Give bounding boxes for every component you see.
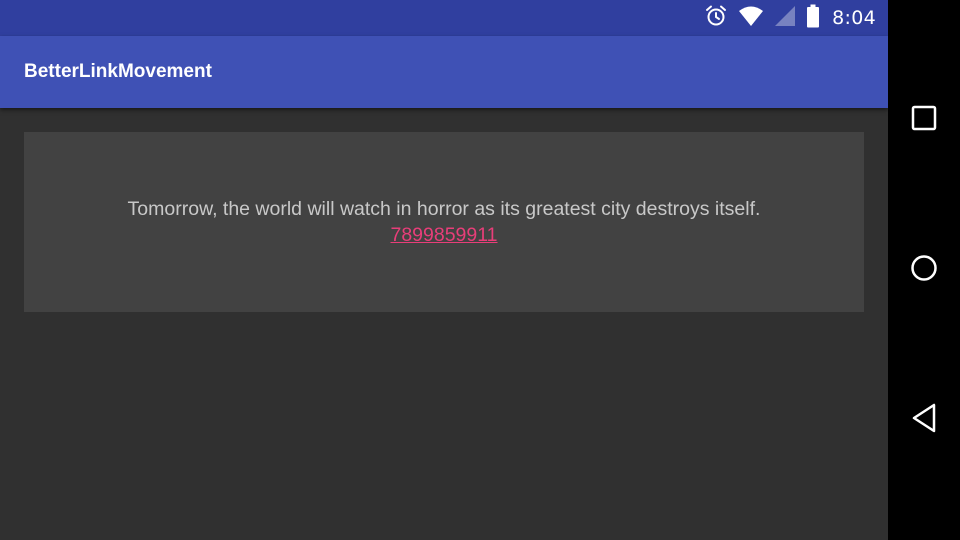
app-title: BetterLinkMovement	[24, 61, 212, 82]
battery-icon	[806, 4, 820, 32]
home-circle-icon	[910, 254, 938, 286]
wifi-icon	[738, 5, 764, 31]
alarm-icon	[704, 4, 728, 32]
back-button[interactable]	[888, 384, 960, 456]
signal-icon	[774, 5, 796, 31]
content-card: Tomorrow, the world will watch in horror…	[24, 132, 864, 312]
home-button[interactable]	[888, 234, 960, 306]
app-bar: BetterLinkMovement	[0, 36, 888, 108]
navigation-bar	[888, 0, 960, 540]
card-text-block: Tomorrow, the world will watch in horror…	[24, 196, 864, 248]
phone-link[interactable]: 7899859911	[390, 224, 497, 246]
recents-button[interactable]	[888, 84, 960, 156]
app-screen: 8:04 BetterLinkMovement Tomorrow, the wo…	[0, 0, 888, 540]
back-triangle-icon	[911, 403, 937, 437]
card-body-text: Tomorrow, the world will watch in horror…	[127, 198, 761, 220]
recents-square-icon	[911, 105, 937, 135]
status-bar: 8:04	[0, 0, 888, 36]
status-time: 8:04	[832, 7, 876, 29]
status-icons: 8:04	[694, 0, 876, 36]
